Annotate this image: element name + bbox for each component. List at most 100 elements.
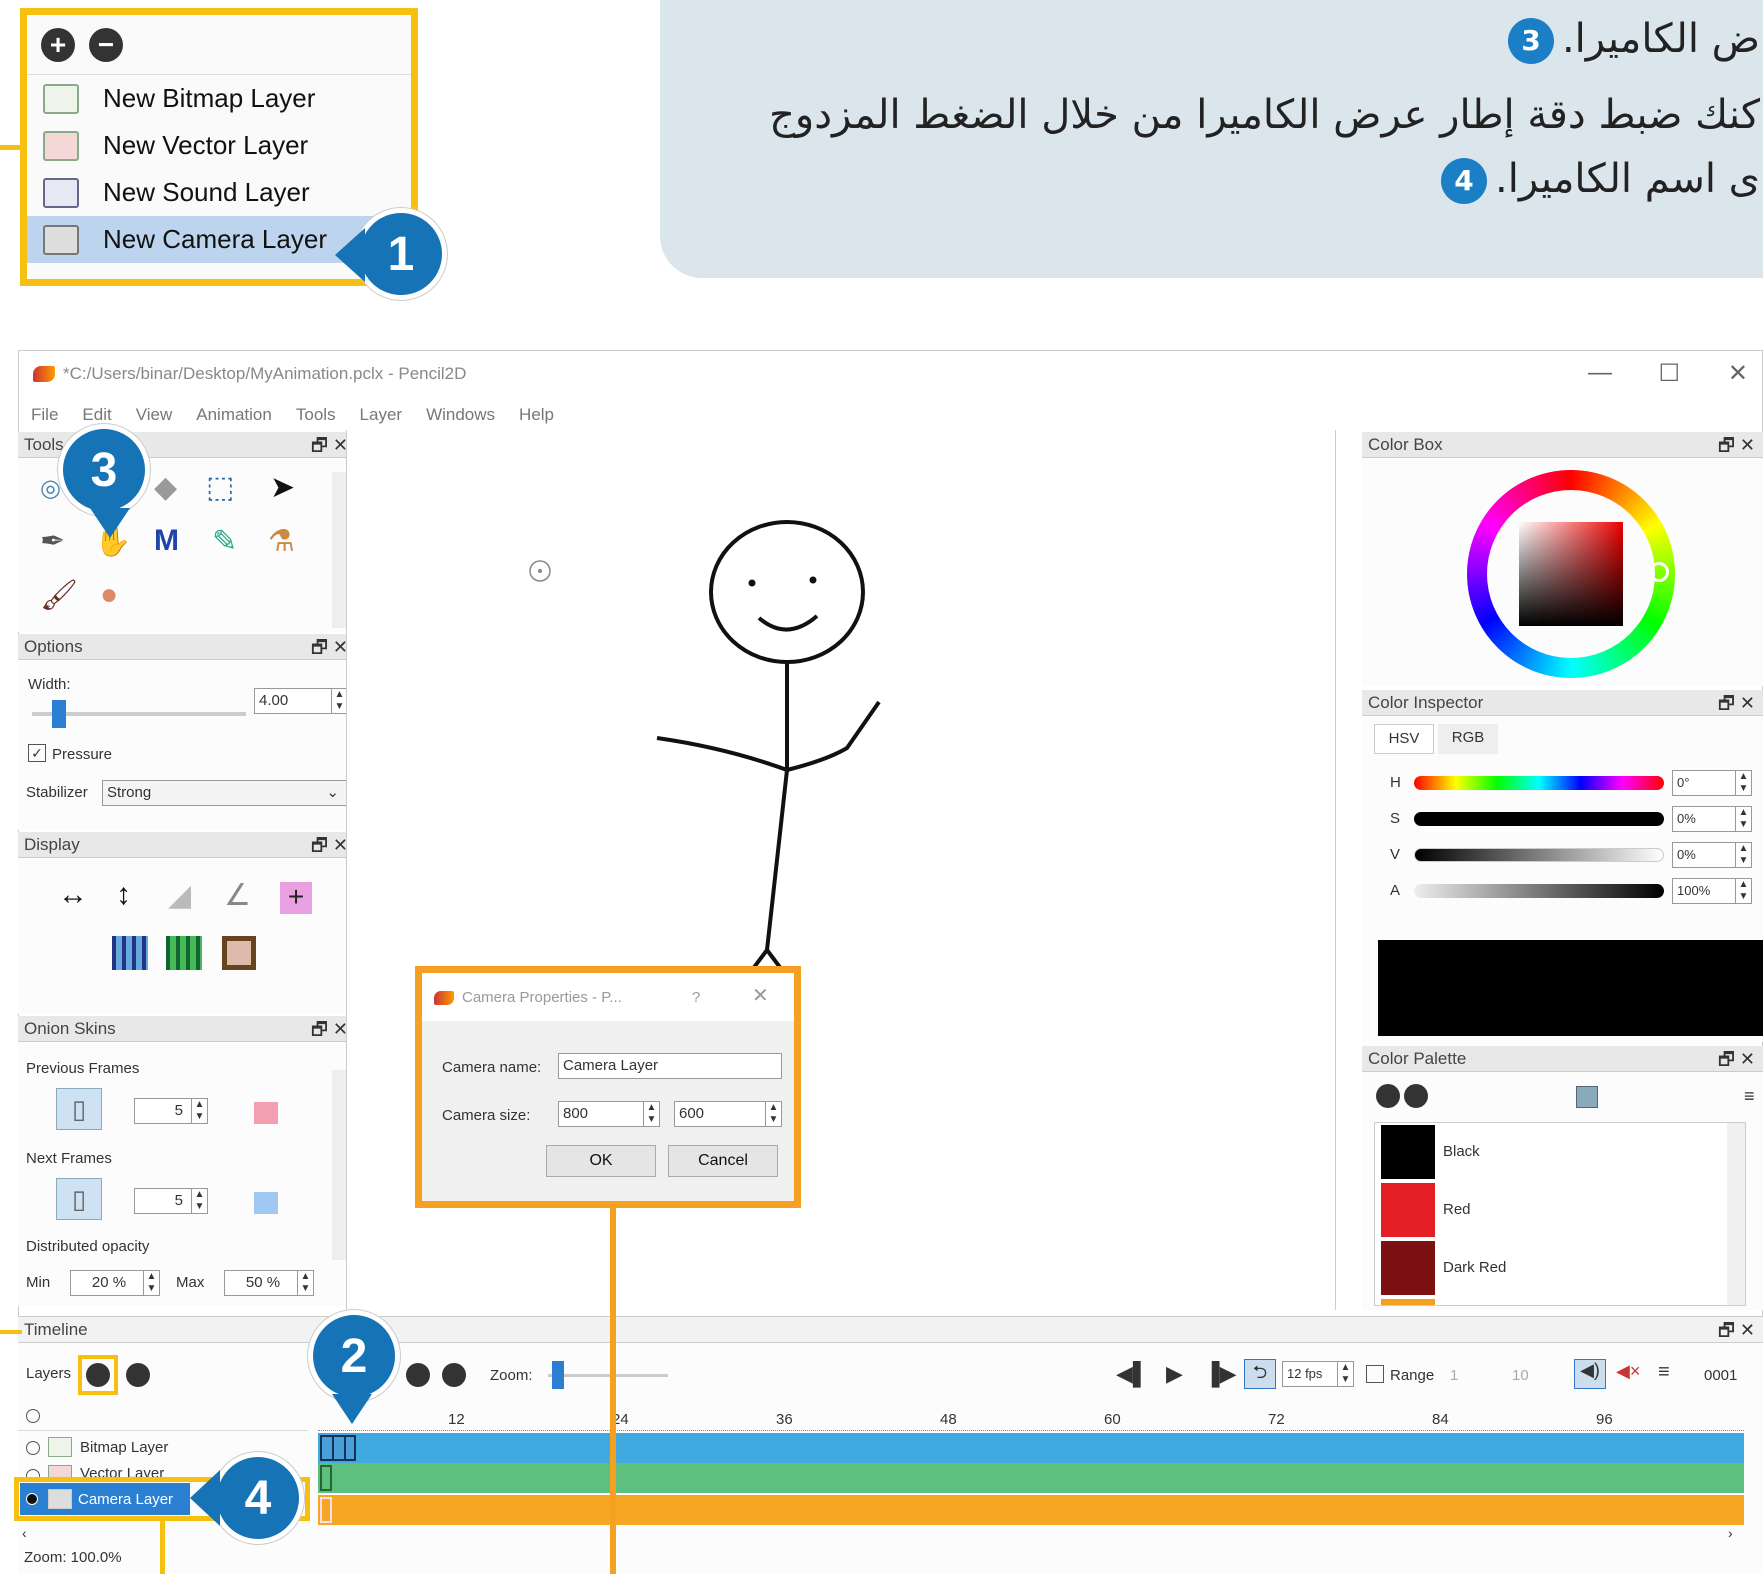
float-icon[interactable]: 🗗 <box>311 1019 328 1039</box>
camera-keyframe[interactable] <box>320 1497 332 1523</box>
value-slider[interactable] <box>1414 848 1664 862</box>
float-icon[interactable]: 🗗 <box>311 637 328 657</box>
frame-ruler[interactable]: 12 24 36 48 60 72 84 96 <box>318 1401 1744 1431</box>
grid-icon[interactable] <box>112 936 148 970</box>
saturation-spinner[interactable]: ▲ ▼ <box>1735 807 1751 831</box>
plus-circle-icon[interactable]: + <box>41 27 75 62</box>
float-icon[interactable]: 🗗 <box>311 835 328 855</box>
step-forward-icon[interactable]: ▐▶ <box>1204 1361 1237 1387</box>
sound-scrub-icon[interactable]: ◀) <box>1574 1359 1606 1389</box>
menu-layer[interactable]: Layer <box>360 405 403 425</box>
palette-swatch-partial[interactable] <box>1381 1299 1435 1305</box>
palette-view-icon[interactable] <box>1576 1086 1598 1108</box>
remove-frame-icon[interactable] <box>406 1363 430 1387</box>
vector-track[interactable] <box>318 1463 1744 1493</box>
palette-swatch-dark-red[interactable] <box>1381 1241 1435 1295</box>
scroll-left-icon[interactable]: ‹ <box>22 1525 27 1541</box>
max-opacity-input[interactable]: 50 % ▲ ▼ <box>224 1270 314 1296</box>
visibility-icon[interactable] <box>26 1493 38 1505</box>
menu-edit[interactable]: Edit <box>82 405 111 425</box>
palette-swatch-red[interactable] <box>1381 1183 1435 1237</box>
hue-slider[interactable] <box>1414 776 1664 790</box>
camera-name-input[interactable]: Camera Layer <box>558 1053 782 1079</box>
close-button[interactable]: ✕ <box>1728 359 1748 388</box>
range-checkbox[interactable] <box>1366 1365 1384 1383</box>
tab-hsv[interactable]: HSV <box>1374 724 1434 754</box>
loop-icon[interactable]: ⮌ <box>1244 1359 1276 1389</box>
width-slider-handle[interactable] <box>52 700 66 728</box>
range-end[interactable]: 10 <box>1512 1367 1529 1384</box>
prev-onion-toggle-icon[interactable]: ▯ <box>56 1088 102 1130</box>
palette-menu-icon[interactable]: ≡ <box>1744 1086 1755 1107</box>
close-icon[interactable]: ✕ <box>1740 1320 1755 1340</box>
play-icon[interactable]: ▶ <box>1166 1361 1183 1387</box>
color-wheel[interactable] <box>1467 470 1675 678</box>
min-opacity-input[interactable]: 20 % ▲ ▼ <box>70 1270 160 1296</box>
grid-green-icon[interactable] <box>166 936 202 970</box>
remove-color-icon[interactable] <box>1404 1084 1428 1108</box>
tab-rgb[interactable]: RGB <box>1438 724 1498 754</box>
panel-float-close[interactable]: 🗗 ✕ <box>1718 1317 1755 1343</box>
overlay-icon[interactable]: ◢ <box>168 878 191 913</box>
panel-float-close[interactable]: 🗗 ✕ <box>1718 690 1755 716</box>
hue-spinner[interactable]: ▲ ▼ <box>1735 771 1751 795</box>
float-icon[interactable]: 🗗 <box>1718 1049 1735 1069</box>
close-icon[interactable]: ✕ <box>1740 693 1755 713</box>
stabilizer-select[interactable]: Strong ⌄ <box>102 780 348 806</box>
camera-width-input[interactable]: 800 ▲ ▼ <box>558 1101 660 1127</box>
menu-help[interactable]: Help <box>519 405 554 425</box>
help-icon[interactable]: ? <box>692 989 700 1006</box>
camera-height-spinner[interactable]: ▲ ▼ <box>765 1102 781 1126</box>
panel-float-close[interactable]: 🗗 ✕ <box>311 432 348 458</box>
vector-keyframe[interactable] <box>320 1465 332 1491</box>
angle-icon[interactable]: ∠ <box>224 878 251 913</box>
menu-file[interactable]: File <box>31 405 58 425</box>
timeline-zoom-handle[interactable] <box>552 1361 564 1389</box>
camera-width-spinner[interactable]: ▲ ▼ <box>643 1102 659 1126</box>
minus-circle-icon[interactable]: − <box>89 27 123 62</box>
float-icon[interactable]: 🗗 <box>1718 435 1735 455</box>
visibility-all-icon[interactable] <box>26 1409 40 1423</box>
bitmap-keyframes[interactable] <box>320 1435 356 1461</box>
minimize-button[interactable]: — <box>1588 359 1612 387</box>
move-tool-icon[interactable]: ➤ <box>270 470 295 505</box>
visibility-icon[interactable] <box>26 1441 40 1455</box>
float-icon[interactable]: 🗗 <box>311 435 328 455</box>
panel-float-close[interactable]: 🗗 ✕ <box>1718 432 1755 458</box>
add-frame-icon[interactable] <box>442 1363 466 1387</box>
eyedropper-tool-icon[interactable]: ⚗ <box>268 524 295 559</box>
float-icon[interactable]: 🗗 <box>1718 1320 1735 1340</box>
mute-icon[interactable]: ◀× <box>1616 1361 1640 1382</box>
fps-spinner[interactable]: ▲ ▼ <box>1337 1362 1353 1386</box>
panel-float-close[interactable]: 🗗 ✕ <box>1718 1046 1755 1072</box>
saturation-value-square[interactable] <box>1519 522 1623 626</box>
width-spinner[interactable]: ▲ ▼ <box>331 689 347 713</box>
hue-handle[interactable] <box>1649 562 1669 582</box>
menu-view[interactable]: View <box>136 405 173 425</box>
prev-frames-spinner[interactable]: ▲ ▼ <box>191 1099 207 1123</box>
menu-item-new-sound-layer[interactable]: New Sound Layer <box>27 169 411 216</box>
saturation-input[interactable]: 0% ▲ ▼ <box>1672 806 1752 832</box>
flip-vertical-icon[interactable]: ↕ <box>116 878 131 912</box>
next-frames-input[interactable]: 5 ▲ ▼ <box>134 1188 208 1214</box>
alpha-spinner[interactable]: ▲ ▼ <box>1735 879 1751 903</box>
width-input[interactable]: 4.00 ▲ ▼ <box>254 688 348 714</box>
panel-float-close[interactable]: 🗗 ✕ <box>311 832 348 858</box>
hue-input[interactable]: 0° ▲ ▼ <box>1672 770 1752 796</box>
alpha-input[interactable]: 100% ▲ ▼ <box>1672 878 1752 904</box>
float-icon[interactable]: 🗗 <box>1718 693 1735 713</box>
value-spinner[interactable]: ▲ ▼ <box>1735 843 1751 867</box>
polyline-tool-icon[interactable]: M <box>154 524 179 558</box>
close-icon[interactable]: ✕ <box>1740 435 1755 455</box>
value-input[interactable]: 0% ▲ ▼ <box>1672 842 1752 868</box>
cancel-button[interactable]: Cancel <box>668 1145 778 1177</box>
pen-tool-icon[interactable]: ✒ <box>40 524 65 559</box>
center-marker-icon[interactable]: + <box>280 882 312 914</box>
timeline-zoom-slider[interactable] <box>548 1374 668 1377</box>
ok-button[interactable]: OK <box>546 1145 656 1177</box>
camera-height-input[interactable]: 600 ▲ ▼ <box>674 1101 782 1127</box>
panel-float-close[interactable]: 🗗 ✕ <box>311 634 348 660</box>
remove-layer-icon[interactable] <box>126 1363 150 1387</box>
range-start[interactable]: 1 <box>1450 1367 1458 1384</box>
rewind-icon[interactable]: ◀▌ <box>1116 1361 1149 1387</box>
